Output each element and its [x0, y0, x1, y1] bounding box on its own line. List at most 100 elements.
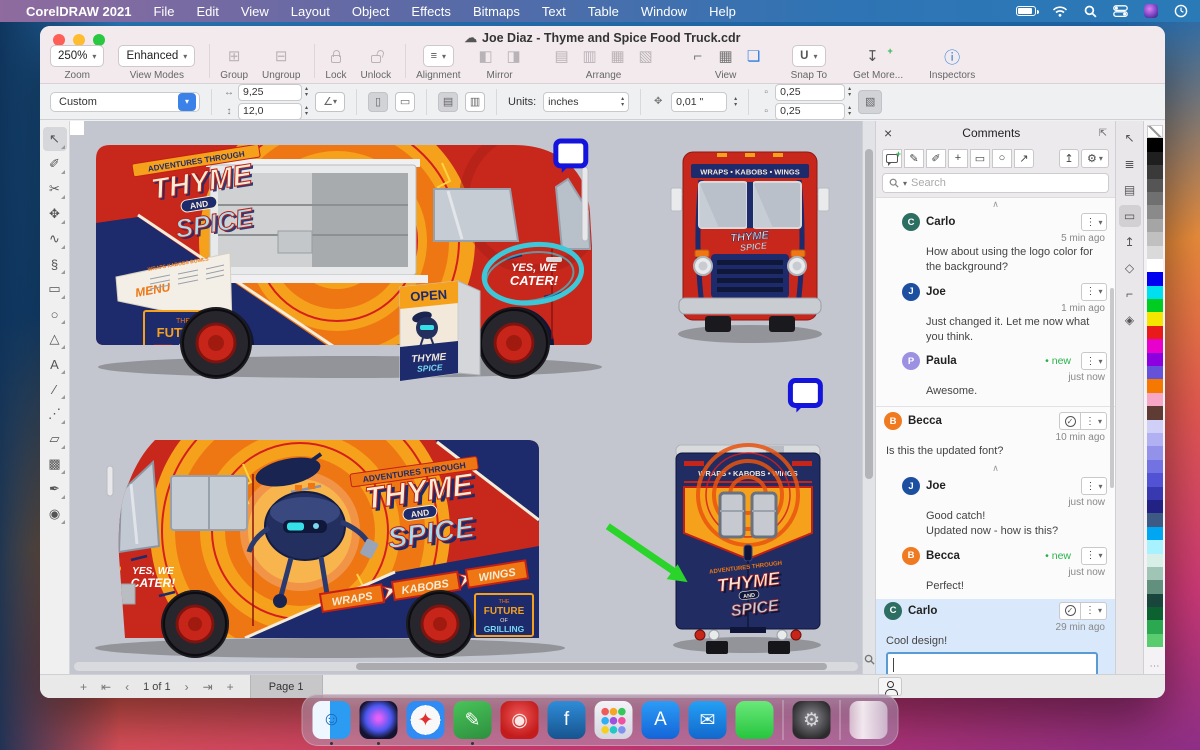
menubar-item[interactable]: Table: [588, 4, 619, 19]
mirror-vertical-icon[interactable]: ◨: [503, 47, 525, 65]
color-swatch[interactable]: [1147, 432, 1163, 447]
all-pages-toggle[interactable]: ▤: [438, 91, 459, 112]
battery-icon[interactable]: [1016, 6, 1039, 16]
color-swatch[interactable]: [1147, 607, 1163, 621]
control-center-icon[interactable]: [1113, 5, 1128, 17]
tool-connector[interactable]: ⋰: [43, 402, 67, 426]
rulers-icon[interactable]: ⌐: [687, 48, 709, 65]
stepper-icon[interactable]: ▴ ▾: [305, 86, 308, 98]
color-swatch[interactable]: [1147, 620, 1163, 634]
angle-dropdown[interactable]: ∠ ▾: [315, 91, 346, 112]
color-swatch[interactable]: [1147, 339, 1163, 353]
assistant-app-icon[interactable]: [1144, 4, 1158, 18]
first-page-button[interactable]: ⇤: [101, 680, 111, 694]
color-swatch[interactable]: [1147, 473, 1163, 487]
color-swatch[interactable]: [1147, 459, 1163, 474]
back-one-icon[interactable]: ▧: [635, 47, 657, 65]
color-swatch[interactable]: [1147, 285, 1163, 300]
scrollbar-thumb[interactable]: [865, 149, 873, 479]
pen-annotation-button[interactable]: ✎: [904, 148, 924, 168]
dock-finder-icon[interactable]: ☺: [312, 701, 351, 739]
color-styles-icon[interactable]: ◇: [1119, 257, 1141, 279]
scrollbar-thumb[interactable]: [356, 663, 827, 670]
tool-pan[interactable]: ✥: [43, 202, 67, 226]
color-swatch[interactable]: [1147, 580, 1163, 594]
stepper-icon[interactable]: ▴ ▾: [848, 105, 851, 117]
forward-one-icon[interactable]: ▦: [607, 47, 629, 65]
color-swatch[interactable]: [1147, 419, 1163, 433]
color-swatch[interactable]: [1147, 151, 1163, 166]
tool-pattern[interactable]: ▩: [43, 452, 67, 476]
color-swatch[interactable]: [1147, 352, 1163, 367]
view-mode-dropdown[interactable]: Enhanced ▾: [118, 45, 196, 67]
current-page-toggle[interactable]: ▥: [465, 91, 486, 112]
comment-reply-input[interactable]: [886, 652, 1098, 674]
tool-polygon[interactable]: △: [43, 327, 67, 351]
comment-item[interactable]: B Becca new ⋮▾ just now Perfect!: [882, 544, 1109, 599]
share-collaborate-button[interactable]: ↥: [1059, 148, 1079, 168]
add-page-button[interactable]: +: [80, 680, 87, 694]
stepper-icon[interactable]: ▴ ▾: [734, 96, 737, 108]
resolve-comment-button[interactable]: ✓: [1059, 601, 1081, 620]
color-swatch[interactable]: [1147, 553, 1163, 567]
color-swatch[interactable]: [1147, 178, 1163, 192]
dock-coreldraw-icon[interactable]: ✎: [453, 701, 492, 739]
tool-rectangle[interactable]: ▭: [43, 277, 67, 301]
color-swatch[interactable]: [1147, 392, 1163, 407]
comment-marker[interactable]: [787, 378, 823, 413]
menubar-item[interactable]: Edit: [196, 4, 218, 19]
get-more-button[interactable]: ↧ + Get More...: [853, 44, 903, 81]
dock-photo-paint-icon[interactable]: ◉: [500, 701, 539, 739]
dock-launchpad-icon[interactable]: [594, 701, 633, 739]
color-swatch[interactable]: [1147, 325, 1163, 340]
comment-item[interactable]: J Joe ⋮ ▾ just now Good catch! Updated no…: [882, 474, 1109, 544]
comment-menu-button[interactable]: ⋮ ▾: [1081, 546, 1107, 565]
app-menu-title[interactable]: CorelDRAW 2021: [26, 4, 131, 19]
alignment-dropdown[interactable]: ≡ ▾: [422, 45, 455, 67]
page-preset-dropdown[interactable]: Custom ▾: [50, 91, 200, 112]
dock-appstore-icon[interactable]: A: [641, 701, 680, 739]
previous-page-button[interactable]: ‹: [125, 680, 129, 694]
color-swatch[interactable]: [1147, 486, 1163, 500]
comment-marker[interactable]: [553, 138, 589, 173]
tool-shape[interactable]: ✐: [43, 152, 67, 176]
color-swatch[interactable]: [1147, 191, 1163, 206]
clock-icon[interactable]: [1174, 4, 1188, 18]
comment-menu-button[interactable]: ⋮ ▾: [1081, 601, 1107, 620]
text-properties-icon[interactable]: ≣: [1119, 153, 1141, 175]
duplicate-x-field[interactable]: 0,25: [775, 83, 846, 101]
color-swatch[interactable]: [1147, 232, 1163, 246]
pages-icon[interactable]: ▤: [1119, 179, 1141, 201]
no-color-swatch[interactable]: [1147, 125, 1163, 139]
color-swatch[interactable]: [1147, 513, 1163, 527]
resolve-comment-button[interactable]: ✓: [1059, 412, 1081, 431]
highlight-ellipse-annotation[interactable]: [481, 239, 585, 308]
comments-settings-button[interactable]: ⚙ ▾: [1081, 148, 1109, 168]
color-swatch[interactable]: [1147, 312, 1163, 326]
units-dropdown[interactable]: inches ▴ ▾: [543, 91, 630, 112]
ungroup-button[interactable]: ⊟ Ungroup: [262, 44, 300, 81]
color-swatch[interactable]: [1147, 245, 1163, 259]
color-swatch[interactable]: [1147, 379, 1163, 393]
add-page-button[interactable]: +: [227, 680, 234, 694]
stepper-icon[interactable]: ▴ ▾: [305, 105, 308, 117]
dock-siri-icon[interactable]: [359, 701, 398, 739]
snap-to-dropdown[interactable]: U ▾: [792, 45, 826, 67]
ellipse-annotation-button[interactable]: ○: [992, 148, 1012, 168]
color-swatch[interactable]: [1147, 540, 1163, 554]
menubar-item[interactable]: File: [153, 4, 174, 19]
color-swatch[interactable]: [1147, 299, 1163, 313]
drawing-canvas[interactable]: YES, WE CATER! ADVENTURES THROUGH THYME …: [70, 121, 862, 674]
comment-menu-button[interactable]: ⋮ ▾: [1081, 477, 1107, 496]
color-swatch[interactable]: [1147, 526, 1163, 541]
color-swatch[interactable]: [1147, 566, 1163, 581]
comments-search-field[interactable]: ▾ Search: [882, 173, 1109, 193]
stepper-icon[interactable]: ▴ ▾: [848, 86, 851, 98]
horizontal-scrollbar[interactable]: [74, 662, 858, 671]
arrow-annotation-button[interactable]: ↗: [1014, 148, 1034, 168]
comment-menu-button[interactable]: ⋮ ▾: [1081, 282, 1107, 301]
dock-trash-icon[interactable]: [849, 701, 888, 739]
text-annotation-button[interactable]: +: [948, 148, 968, 168]
page-width-field[interactable]: 9,25: [238, 83, 302, 101]
comment-item[interactable]: C Carlo ⋮ ▾ 5 min ago How about using the…: [882, 210, 1109, 280]
